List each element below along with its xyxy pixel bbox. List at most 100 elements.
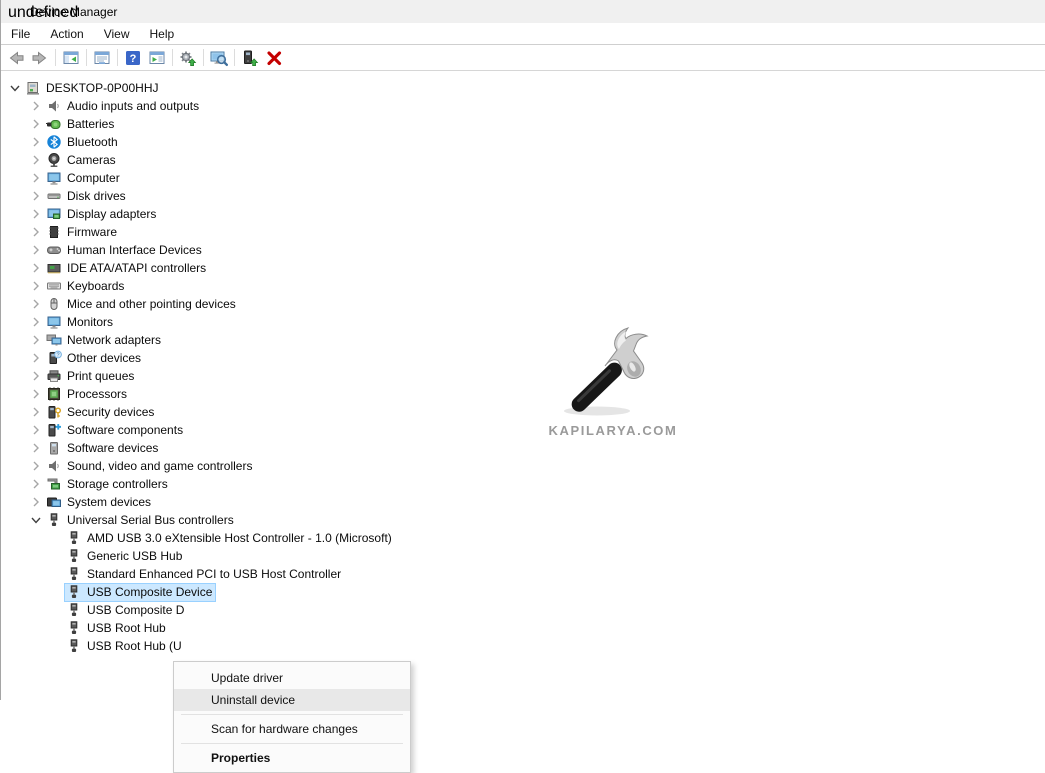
uninstall-device-button[interactable] bbox=[262, 47, 286, 69]
menu-help[interactable]: Help bbox=[140, 24, 185, 44]
show-hide-console-tree-button[interactable] bbox=[59, 47, 83, 69]
usb-icon bbox=[66, 620, 82, 636]
tree-row[interactable]: Software components bbox=[1, 421, 1045, 439]
tree-row-body: Disk drives bbox=[44, 187, 130, 206]
tree-row[interactable]: USB Composite D bbox=[1, 601, 1045, 619]
tree-row[interactable]: Security devices bbox=[1, 403, 1045, 421]
menu-file[interactable]: File bbox=[1, 24, 40, 44]
tree-row-body: Generic USB Hub bbox=[64, 547, 186, 566]
tree-row[interactable]: Software devices bbox=[1, 439, 1045, 457]
tree-row[interactable]: Universal Serial Bus controllers bbox=[1, 511, 1045, 529]
tree-row-label: Storage controllers bbox=[66, 477, 168, 491]
action-pane-button[interactable] bbox=[145, 47, 169, 69]
chevron-right-icon[interactable] bbox=[28, 494, 44, 510]
chevron-right-icon[interactable] bbox=[28, 260, 44, 276]
chevron-right-icon[interactable] bbox=[28, 422, 44, 438]
tree-row[interactable]: Generic USB Hub bbox=[1, 547, 1045, 565]
tree-row[interactable]: System devices bbox=[1, 493, 1045, 511]
chevron-right-icon[interactable] bbox=[28, 368, 44, 384]
tree-row[interactable]: Processors bbox=[1, 385, 1045, 403]
chevron-right-icon[interactable] bbox=[28, 224, 44, 240]
chevron-right-icon[interactable] bbox=[28, 440, 44, 456]
tree-row-body: Storage controllers bbox=[44, 475, 172, 494]
help-button[interactable]: ? bbox=[121, 47, 145, 69]
tree-row[interactable]: Batteries bbox=[1, 115, 1045, 133]
tree-row[interactable]: Computer bbox=[1, 169, 1045, 187]
tree-row-selected-body: USB Composite Device bbox=[64, 583, 216, 602]
tree-row[interactable]: Keyboards bbox=[1, 277, 1045, 295]
context-menu-item-update-driver[interactable]: Update driver bbox=[174, 667, 410, 689]
chevron-right-icon[interactable] bbox=[28, 206, 44, 222]
tree-row[interactable]: Display adapters bbox=[1, 205, 1045, 223]
chevron-right-icon[interactable] bbox=[28, 476, 44, 492]
tree-row[interactable]: Print queues bbox=[1, 367, 1045, 385]
chevron-right-icon[interactable] bbox=[28, 458, 44, 474]
tree-row-label: Other devices bbox=[66, 351, 141, 365]
tree-row[interactable]: IDE ATA/ATAPI controllers bbox=[1, 259, 1045, 277]
tree-row-label: DESKTOP-0P00HHJ bbox=[45, 81, 158, 95]
chevron-right-icon[interactable] bbox=[28, 242, 44, 258]
tree-row[interactable]: USB Composite Device bbox=[1, 583, 1045, 601]
speaker-icon bbox=[46, 98, 62, 114]
chevron-right-icon[interactable] bbox=[28, 296, 44, 312]
tree-row[interactable]: Cameras bbox=[1, 151, 1045, 169]
context-menu-item-scan-for-hardware-changes[interactable]: Scan for hardware changes bbox=[174, 718, 410, 740]
disk-icon bbox=[46, 188, 62, 204]
other-device-icon: ? bbox=[46, 350, 62, 366]
tree-row-label: Security devices bbox=[66, 405, 154, 419]
battery-icon bbox=[46, 116, 62, 132]
chevron-right-icon[interactable] bbox=[28, 332, 44, 348]
chevron-right-icon[interactable] bbox=[28, 386, 44, 402]
tree-row-label: IDE ATA/ATAPI controllers bbox=[66, 261, 206, 275]
tree-row[interactable]: Human Interface Devices bbox=[1, 241, 1045, 259]
context-menu-item-properties[interactable]: Properties bbox=[174, 747, 410, 769]
tree-row[interactable]: USB Root Hub bbox=[1, 619, 1045, 637]
tree-row[interactable]: Network adapters bbox=[1, 331, 1045, 349]
firmware-chip-icon bbox=[46, 224, 62, 240]
chevron-down-icon[interactable] bbox=[28, 512, 44, 528]
tree-row[interactable]: Firmware bbox=[1, 223, 1045, 241]
chevron-down-icon[interactable] bbox=[7, 80, 23, 96]
chevron-right-icon[interactable] bbox=[28, 170, 44, 186]
back-button[interactable] bbox=[4, 47, 28, 69]
properties-button[interactable] bbox=[90, 47, 114, 69]
context-menu-item-uninstall-device[interactable]: Uninstall device bbox=[174, 689, 410, 711]
forward-button[interactable] bbox=[28, 47, 52, 69]
chevron-right-icon[interactable] bbox=[28, 134, 44, 150]
menu-view[interactable]: View bbox=[94, 24, 140, 44]
tree-row[interactable]: AMD USB 3.0 eXtensible Host Controller -… bbox=[1, 529, 1045, 547]
usb-icon bbox=[66, 548, 82, 564]
scan-hardware-icon bbox=[210, 49, 228, 67]
update-driver-button[interactable] bbox=[176, 47, 200, 69]
chevron-right-icon[interactable] bbox=[28, 278, 44, 294]
tree-row[interactable]: ? Other devices bbox=[1, 349, 1045, 367]
chevron-right-icon[interactable] bbox=[28, 404, 44, 420]
tree-row[interactable]: Sound, video and game controllers bbox=[1, 457, 1045, 475]
usb-icon bbox=[66, 566, 82, 582]
chevron-right-icon[interactable] bbox=[28, 188, 44, 204]
menu-action[interactable]: Action bbox=[40, 24, 93, 44]
tree-row-label: Cameras bbox=[66, 153, 116, 167]
chevron-right-icon[interactable] bbox=[28, 116, 44, 132]
chevron-right-icon[interactable] bbox=[28, 152, 44, 168]
scan-hardware-changes-button[interactable] bbox=[207, 47, 231, 69]
arrow-left-icon bbox=[7, 49, 25, 67]
tree-row[interactable]: USB Root Hub (U bbox=[1, 637, 1045, 655]
chevron-right-icon[interactable] bbox=[28, 350, 44, 366]
enable-device-button[interactable] bbox=[238, 47, 262, 69]
tree-row[interactable]: Storage controllers bbox=[1, 475, 1045, 493]
tree-row[interactable]: Standard Enhanced PCI to USB Host Contro… bbox=[1, 565, 1045, 583]
tree-row[interactable]: DESKTOP-0P00HHJ bbox=[1, 79, 1045, 97]
action-pane-icon bbox=[148, 49, 166, 67]
tree-row[interactable]: Monitors bbox=[1, 313, 1045, 331]
tree-row[interactable]: Bluetooth bbox=[1, 133, 1045, 151]
tree-row-label: Monitors bbox=[66, 315, 113, 329]
tree-row[interactable]: Disk drives bbox=[1, 187, 1045, 205]
toolbar-separator bbox=[86, 49, 87, 66]
tree-row[interactable]: Mice and other pointing devices bbox=[1, 295, 1045, 313]
chevron-right-icon[interactable] bbox=[28, 98, 44, 114]
tree-row-body: Security devices bbox=[44, 403, 158, 422]
chevron-right-icon[interactable] bbox=[28, 314, 44, 330]
tree-row[interactable]: Audio inputs and outputs bbox=[1, 97, 1045, 115]
tree-row-body: AMD USB 3.0 eXtensible Host Controller -… bbox=[64, 529, 396, 548]
